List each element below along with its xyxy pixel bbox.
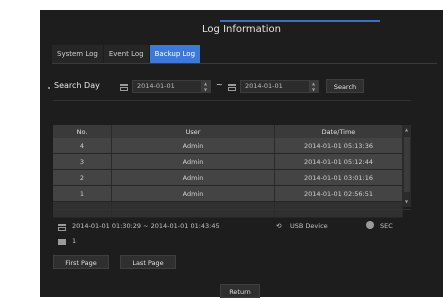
search-divider [53,100,411,101]
scroll-down-icon[interactable]: ▼ [405,199,408,204]
date-range-separator: ~ [216,80,223,89]
search-button[interactable]: Search [326,79,364,93]
bullet-icon [48,87,50,89]
return-button[interactable]: Return [220,284,260,298]
table-row[interactable]: 4 Admin 2014-01-01 05:13:36 [53,138,403,154]
first-page-button[interactable]: First Page [53,255,109,269]
spin-up-icon: ▲ [204,81,208,86]
channel-icon [58,239,66,245]
cell-no: 2 [53,169,112,186]
spin-up-icon: ▲ [312,81,316,86]
last-page-button[interactable]: Last Page [120,255,176,269]
cell-no: 4 [53,138,112,154]
cell-no: 1 [53,185,112,202]
cell-datetime: 2014-01-01 03:01:16 [274,169,403,186]
backup-log-table: No. User Date/Time 4 Admin 2014-01-01 05… [53,125,403,218]
table-row[interactable]: 2 Admin 2014-01-01 03:01:16 [53,169,403,186]
tab-event-log[interactable]: Event Log [103,45,149,63]
tab-divider [52,63,437,64]
table-scrollbar[interactable]: ▲ ▼ [403,125,411,207]
table-row[interactable]: 3 Admin 2014-01-01 05:12:44 [53,153,403,170]
calendar-icon[interactable] [120,84,128,91]
format-disc-icon [366,221,374,229]
cell-datetime: 2014-01-01 02:56:51 [274,185,403,202]
start-date-spinner[interactable]: ▲ ▼ [202,80,211,93]
table-divider [53,209,411,210]
cell-user: Admin [111,153,275,170]
end-date-field[interactable]: 2014-01-01 [240,80,310,93]
calendar-icon [58,224,66,231]
column-header-user: User [111,125,275,138]
cell-user: Admin [111,138,275,154]
table-row[interactable]: 1 Admin 2014-01-01 02:56:51 [53,185,403,202]
table-header-row: No. User Date/Time [53,125,403,138]
tab-system-log[interactable]: System Log [52,45,103,63]
backup-time-range: 2014-01-01 01:30:29 ~ 2014-01-01 01:43:4… [72,222,220,230]
calendar-icon[interactable] [228,84,236,91]
search-day-label: Search Day [54,81,100,90]
scroll-up-icon[interactable]: ▲ [405,127,408,132]
scrollbar-thumb[interactable] [404,137,410,192]
log-tabs: System Log Event Log Backup Log [52,45,201,63]
cell-no: 3 [53,153,112,170]
spin-down-icon: ▼ [204,87,208,92]
cell-datetime: 2014-01-01 05:13:36 [274,138,403,154]
end-date-spinner[interactable]: ▲ ▼ [310,80,319,93]
cell-user: Admin [111,169,275,186]
column-header-datetime: Date/Time [274,125,403,138]
tab-backup-log[interactable]: Backup Log [149,45,201,63]
backup-channel: 1 [72,237,77,245]
log-information-window: Log Information System Log Event Log Bac… [40,10,443,298]
cell-datetime: 2014-01-01 05:12:44 [274,153,403,170]
column-header-no: No. [53,125,112,138]
backup-format: SEC [380,222,393,230]
spin-down-icon: ▼ [312,87,316,92]
usb-device-icon: ⟲ [276,222,282,230]
window-top-accent [220,20,380,22]
start-date-field[interactable]: 2014-01-01 [132,80,202,93]
cell-user: Admin [111,185,275,202]
backup-device: USB Device [290,222,328,230]
window-title: Log Information [202,24,281,35]
